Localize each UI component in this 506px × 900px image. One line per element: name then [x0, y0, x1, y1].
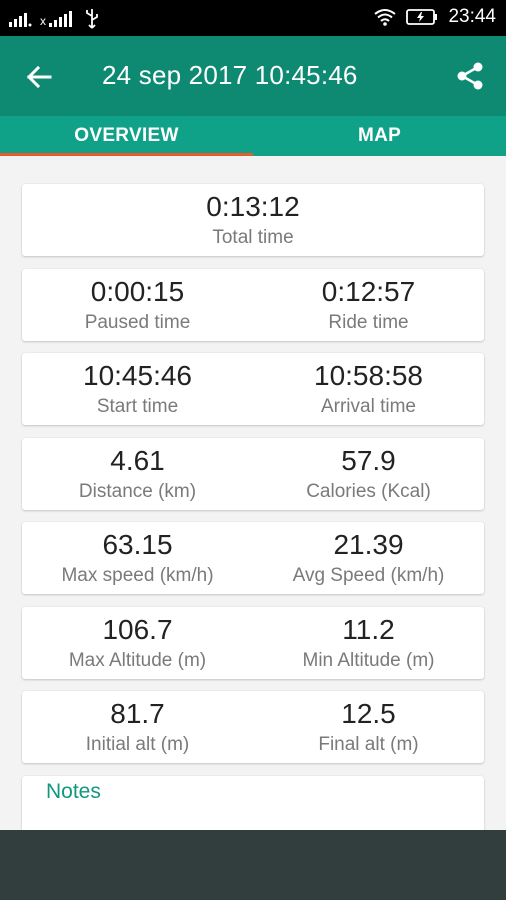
- total-time-label: Total time: [212, 226, 294, 248]
- notes-title: Notes: [46, 780, 101, 803]
- ride-time-label: Ride time: [328, 311, 409, 333]
- paused-time-value: 0:00:15: [90, 276, 185, 307]
- max-altitude-value: 106.7: [102, 614, 173, 645]
- start-time-stat: 10:45:46 Start time: [22, 353, 253, 425]
- max-altitude-label: Max Altitude (m): [68, 649, 207, 671]
- arrival-time-stat: 10:58:58 Arrival time: [253, 353, 484, 425]
- tab-bar: OVERVIEW MAP: [0, 116, 506, 156]
- share-button[interactable]: [452, 58, 488, 94]
- avg-speed-value: 21.39: [333, 529, 404, 560]
- paused-time-stat: 0:00:15 Paused time: [22, 269, 253, 341]
- alt-card: 81.7 Initial alt (m) 12.5 Final alt (m): [22, 691, 484, 763]
- tab-overview[interactable]: OVERVIEW: [0, 116, 253, 156]
- initial-alt-stat: 81.7 Initial alt (m): [22, 691, 253, 763]
- tab-map[interactable]: MAP: [253, 116, 506, 156]
- status-bar: x 23:44: [0, 0, 506, 36]
- overview-content[interactable]: 0:13:12 Total time 0:00:15 Paused time 0…: [0, 156, 506, 830]
- distance-value: 4.61: [110, 445, 165, 476]
- avg-speed-stat: 21.39 Avg Speed (km/h): [253, 522, 484, 594]
- total-time-stat: 0:13:12 Total time: [22, 184, 484, 256]
- calories-value: 57.9: [341, 445, 396, 476]
- final-alt-label: Final alt (m): [318, 733, 419, 755]
- calories-stat: 57.9 Calories (Kcal): [253, 438, 484, 510]
- share-icon: [457, 62, 483, 90]
- min-altitude-stat: 11.2 Min Altitude (m): [253, 607, 484, 679]
- arrival-time-label: Arrival time: [320, 395, 416, 417]
- system-nav-bar: [0, 830, 506, 900]
- ride-time-value: 0:12:57: [321, 276, 416, 307]
- arrow-back-icon: [26, 65, 52, 89]
- notes-card[interactable]: Notes: [22, 776, 484, 830]
- start-time-value: 10:45:46: [83, 360, 192, 391]
- speed-card: 63.15 Max speed (km/h) 21.39 Avg Speed (…: [22, 522, 484, 594]
- final-alt-stat: 12.5 Final alt (m): [253, 691, 484, 763]
- usb-icon: [86, 9, 98, 29]
- altitude-card: 106.7 Max Altitude (m) 11.2 Min Altitude…: [22, 607, 484, 679]
- svg-text:x: x: [40, 14, 46, 28]
- signal-off-icon: x: [40, 11, 72, 28]
- arrival-time-value: 10:58:58: [314, 360, 423, 391]
- distance-stat: 4.61 Distance (km): [22, 438, 253, 510]
- ride-time-stat: 0:12:57 Ride time: [253, 269, 484, 341]
- status-time: 23:44: [448, 6, 496, 27]
- distance-label: Distance (km): [78, 480, 197, 502]
- battery-icon: [406, 9, 438, 25]
- page-title: 24 sep 2017 10:45:46: [102, 60, 358, 90]
- back-button[interactable]: [22, 60, 56, 94]
- max-speed-label: Max speed (km/h): [61, 564, 214, 586]
- calories-label: Calories (Kcal): [306, 480, 431, 502]
- max-speed-value: 63.15: [102, 529, 173, 560]
- time-card: 0:00:15 Paused time 0:12:57 Ride time: [22, 269, 484, 341]
- initial-alt-value: 81.7: [110, 698, 165, 729]
- signal-icon: [9, 13, 32, 27]
- app-bar: 24 sep 2017 10:45:46: [0, 36, 506, 116]
- paused-time-label: Paused time: [84, 311, 191, 333]
- total-time-value: 0:13:12: [206, 191, 300, 222]
- min-altitude-value: 11.2: [342, 614, 395, 645]
- min-altitude-label: Min Altitude (m): [302, 649, 435, 671]
- avg-speed-label: Avg Speed (km/h): [292, 564, 445, 586]
- total-time-card: 0:13:12 Total time: [22, 184, 484, 256]
- final-alt-value: 12.5: [341, 698, 396, 729]
- start-arrival-card: 10:45:46 Start time 10:58:58 Arrival tim…: [22, 353, 484, 425]
- start-time-label: Start time: [96, 395, 179, 417]
- max-speed-stat: 63.15 Max speed (km/h): [22, 522, 253, 594]
- max-altitude-stat: 106.7 Max Altitude (m): [22, 607, 253, 679]
- wifi-icon: [374, 9, 397, 26]
- distance-calories-card: 4.61 Distance (km) 57.9 Calories (Kcal): [22, 438, 484, 510]
- initial-alt-label: Initial alt (m): [85, 733, 190, 755]
